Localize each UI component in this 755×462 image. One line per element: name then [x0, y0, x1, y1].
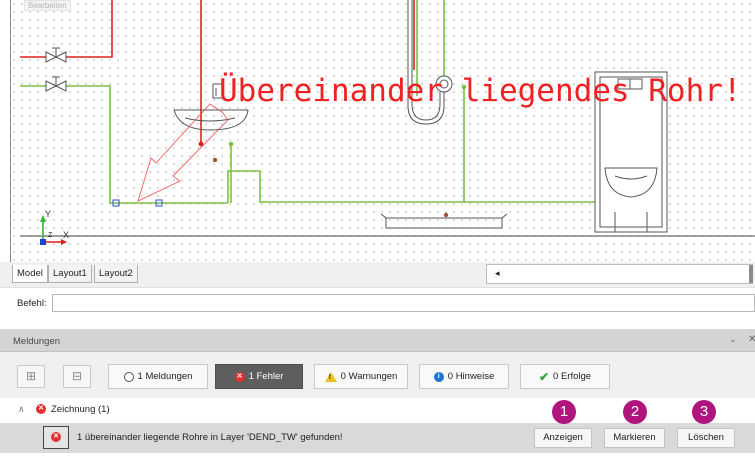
messages-panel-title: Meldungen: [13, 336, 61, 347]
info-icon: i: [433, 371, 444, 382]
expand-all-button[interactable]: ⊞: [17, 365, 45, 388]
message-row[interactable]: ✕ 1 übereinander liegende Rohre in Layer…: [0, 423, 755, 453]
error-icon: ✕: [234, 371, 245, 382]
filter-warnungen-label: 0 Warnungen: [340, 371, 398, 382]
loeschen-button[interactable]: Löschen: [677, 428, 735, 448]
canvas-left-border: [10, 0, 11, 262]
anzeigen-button[interactable]: Anzeigen: [534, 428, 592, 448]
callout-badge-3: 3: [692, 400, 716, 424]
collapse-all-button[interactable]: ⊟: [63, 365, 91, 388]
command-line: Befehl:: [0, 287, 755, 321]
warning-icon: !: [324, 371, 337, 382]
filter-erfolge-label: 0 Erfolge: [553, 371, 592, 382]
filter-erfolge-button[interactable]: ✔ 0 Erfolge: [520, 364, 610, 389]
callout-badge-1: 1: [552, 400, 576, 424]
callout-badge-2: 2: [623, 400, 647, 424]
filter-meldungen-label: 1 Meldungen: [137, 371, 193, 382]
ucs-z-label: Z: [48, 232, 53, 239]
filter-fehler-label: 1 Fehler: [248, 371, 284, 382]
ucs-x-label: X: [63, 230, 70, 240]
drawing-geometry: [20, 0, 755, 245]
filter-fehler-button[interactable]: ✕ 1 Fehler: [215, 364, 303, 389]
chevron-up-icon[interactable]: ∧: [18, 404, 25, 415]
command-label: Befehl:: [17, 298, 47, 309]
checkmark-icon: ✔: [538, 369, 550, 384]
filter-hinweise-button[interactable]: i 0 Hinweise: [419, 364, 509, 389]
message-error-icon-box: ✕: [43, 426, 69, 449]
command-input[interactable]: [52, 294, 755, 312]
tab-model[interactable]: Model: [12, 265, 48, 283]
drawing-canvas[interactable]: Bearbeiten Übereinander liegendes Rohr! …: [0, 0, 755, 262]
close-icon[interactable]: ✕: [748, 334, 755, 345]
error-icon: ✕: [36, 404, 46, 414]
horizontal-scrollbar[interactable]: ◂: [486, 264, 753, 284]
filter-warnungen-button[interactable]: ! 0 Warnungen: [314, 364, 408, 389]
ucs-y-label: Y: [45, 209, 52, 219]
tab-layout1[interactable]: Layout1: [48, 265, 92, 283]
messages-toolbar: ⊞ ⊟ 1 Meldungen ✕ 1 Fehler ! 0 Warnungen…: [0, 352, 755, 398]
tab-layout2[interactable]: Layout2: [94, 265, 138, 283]
error-annotation-text: Übereinander liegendes Rohr!: [219, 73, 742, 109]
message-icon: [123, 371, 134, 382]
canvas-corner-tag: Bearbeiten: [24, 0, 71, 11]
scrollbar-thumb[interactable]: [749, 265, 753, 283]
error-icon: ✕: [51, 432, 61, 442]
messages-panel-header: Meldungen ⌄ ✕: [0, 329, 755, 352]
tree-group-label: Zeichnung (1): [51, 404, 110, 415]
filter-meldungen-button[interactable]: 1 Meldungen: [108, 364, 208, 389]
filter-hinweise-label: 0 Hinweise: [447, 371, 495, 382]
markieren-button[interactable]: Markieren: [604, 428, 665, 448]
chevron-down-icon[interactable]: ⌄: [729, 334, 737, 345]
message-text: 1 übereinander liegende Rohre in Layer '…: [77, 432, 343, 443]
scroll-left-arrow-icon[interactable]: ◂: [495, 268, 500, 279]
